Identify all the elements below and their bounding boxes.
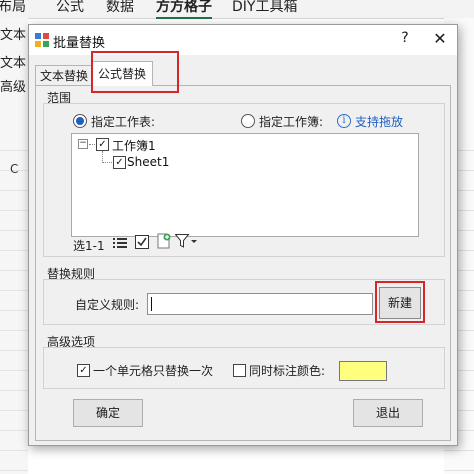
list-icon[interactable] (113, 237, 127, 249)
tree-item-sheet1[interactable]: Sheet1 (127, 155, 169, 169)
excel-ribbon: 布局 公式 数据 方方格子 DIY工具箱 (0, 0, 474, 19)
checkbox-workbook[interactable]: ✓ (96, 138, 109, 151)
custom-rule-input[interactable] (147, 293, 373, 315)
filter-icon[interactable] (175, 234, 197, 248)
exit-button[interactable]: 退出 (353, 399, 423, 427)
once-per-cell-label: 一个单元格只替换一次 (93, 364, 214, 378)
ribbon-tab-data[interactable]: 数据 (106, 0, 134, 16)
checkbox-sheet1[interactable]: ✓ (113, 156, 126, 169)
check-all-icon[interactable] (135, 235, 149, 249)
batch-replace-dialog: 批量替换 ? ✕ 文本替换 公式替换 范围 指定工作表: 指定工作簿: i 支持… (28, 24, 458, 446)
ribbon-left-label: 文本 (0, 28, 27, 43)
close-button[interactable]: ✕ (431, 29, 449, 49)
ribbon-left-label: 文本 (0, 56, 27, 71)
dialog-titlebar[interactable]: 批量替换 ? ✕ (29, 25, 457, 55)
ribbon-tab-ffcell[interactable]: 方方格子 (156, 0, 212, 19)
app-grid-icon (35, 33, 49, 47)
ribbon-tab-layout[interactable]: 布局 (0, 0, 26, 16)
column-header: C (10, 162, 19, 176)
checkbox-mark-color[interactable] (233, 364, 246, 377)
ribbon-tab-diy[interactable]: DIY工具箱 (232, 0, 297, 16)
custom-rule-label: 自定义规则: (75, 298, 140, 312)
help-button[interactable]: ? (397, 30, 413, 50)
sheet-grid (0, 150, 28, 474)
info-icon: i (337, 114, 351, 128)
radio-specify-sheet[interactable] (73, 114, 87, 128)
radio-specify-sheet-label: 指定工作表: (91, 115, 156, 129)
tree-connector (89, 144, 95, 145)
tab-text-replace[interactable]: 文本替换 (35, 65, 93, 86)
sheet-tree[interactable]: − ✓ 工作簿1 ✓ Sheet1 (71, 133, 419, 237)
color-swatch[interactable] (339, 361, 387, 381)
new-rule-button[interactable]: 新建 (379, 287, 421, 319)
radio-specify-workbook[interactable] (241, 114, 255, 128)
select-count: 选1-1 (73, 239, 105, 253)
add-file-icon[interactable] (157, 233, 171, 249)
mark-color-label: 同时标注颜色: (249, 364, 326, 378)
tree-connector (102, 162, 112, 163)
ok-button[interactable]: 确定 (73, 399, 143, 427)
dialog-title: 批量替换 (53, 36, 106, 51)
collapse-icon[interactable]: − (78, 139, 88, 149)
text-caret (151, 297, 152, 311)
radio-specify-workbook-label: 指定工作簿: (259, 115, 324, 129)
drag-support-link[interactable]: 支持拖放 (355, 113, 403, 130)
tree-item-workbook[interactable]: 工作簿1 (112, 137, 156, 154)
checkbox-once-per-cell[interactable]: ✓ (77, 364, 90, 377)
ribbon-left-label: 高级 (0, 80, 27, 95)
ribbon-tab-formulas[interactable]: 公式 (56, 0, 84, 16)
tab-formula-replace[interactable]: 公式替换 (91, 61, 153, 86)
